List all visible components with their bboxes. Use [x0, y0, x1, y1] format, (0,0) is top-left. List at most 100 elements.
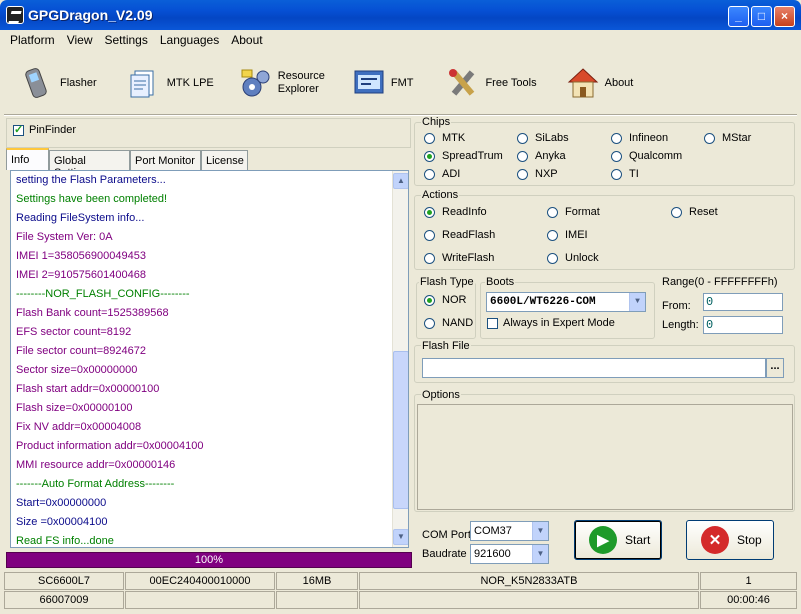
status-empty-2	[276, 591, 358, 609]
close-button[interactable]: ×	[774, 6, 795, 27]
tab-global-settings[interactable]: Global Settings	[49, 150, 130, 179]
log-line: Size =0x00004100	[16, 516, 108, 528]
action-radio-readflash[interactable]: ReadFlash	[424, 229, 495, 241]
chip-radio-label: Anyka	[535, 150, 566, 162]
chip-radio-nxp[interactable]: NXP	[517, 168, 558, 180]
radio-dot-icon	[424, 168, 435, 180]
radio-nand-label: NAND	[442, 317, 474, 329]
menu-view[interactable]: View	[61, 30, 99, 50]
flash-file-input[interactable]	[422, 358, 766, 378]
log-line: Reading FileSystem info...	[16, 212, 145, 224]
tab-port-monitor[interactable]: Port Monitor	[130, 150, 201, 170]
mtk-lpe-button[interactable]: MTK LPE	[129, 58, 214, 108]
action-radio-unlock[interactable]: Unlock	[547, 252, 599, 264]
progress-bar: 100%	[6, 552, 412, 568]
chip-radio-label: TI	[629, 168, 639, 180]
radio-dot-icon	[611, 132, 622, 144]
fmt-button[interactable]: FMT	[353, 58, 413, 108]
pinfinder-label: PinFinder	[29, 124, 77, 136]
chip-radio-anyka[interactable]: Anyka	[517, 150, 566, 162]
log-lines: setting the Flash Parameters... Settings …	[11, 171, 408, 547]
chip-radio-adi[interactable]: ADI	[424, 168, 460, 180]
log-line: EFS sector count=8192	[16, 326, 132, 338]
house-icon	[567, 67, 599, 99]
maximize-button[interactable]: □	[751, 6, 772, 27]
resource-explorer-button[interactable]: Resource Explorer	[240, 58, 325, 108]
baudrate-value: 921600	[474, 548, 511, 560]
chevron-down-icon[interactable]: ▼	[532, 545, 548, 563]
status-id: 00EC240400010000	[125, 572, 275, 590]
action-radio-reset[interactable]: Reset	[671, 206, 718, 218]
start-button[interactable]: ▶ Start	[574, 520, 662, 560]
chip-radio-ti[interactable]: TI	[611, 168, 639, 180]
com-port-select[interactable]: COM37 ▼	[470, 521, 549, 541]
chevron-down-icon[interactable]: ▼	[629, 293, 645, 311]
log-line: Sector size=0x00000000	[16, 364, 138, 376]
browse-button[interactable]: ...	[766, 358, 784, 378]
action-radio-readinfo[interactable]: ReadInfo	[424, 206, 487, 218]
tools-icon	[447, 67, 479, 99]
tab-info[interactable]: Info	[6, 148, 49, 170]
com-port-label: COM Port	[422, 529, 471, 541]
chip-radio-label: ADI	[442, 168, 461, 180]
action-radio-label: ReadInfo	[442, 206, 487, 218]
chip-radio-qualcomm[interactable]: Qualcomm	[611, 150, 682, 162]
log-line: IMEI 1=358056900049453	[16, 250, 146, 262]
action-radio-writeflash[interactable]: WriteFlash	[424, 252, 494, 264]
pinfinder-check-icon[interactable]	[13, 123, 24, 136]
log-line: IMEI 2=910575601400468	[16, 269, 146, 281]
expert-mode-checkbox[interactable]: Always in Expert Mode	[487, 317, 615, 329]
radio-nor[interactable]: NOR	[424, 294, 466, 306]
window-title: GPGDragon_V2.09	[28, 7, 153, 23]
log-scrollbar[interactable]: ▲ ▼	[392, 171, 408, 547]
chip-radio-silabs[interactable]: SiLabs	[517, 132, 569, 144]
chip-radio-infineon[interactable]: Infineon	[611, 132, 668, 144]
chevron-down-icon[interactable]: ▼	[532, 522, 548, 540]
action-radio-format[interactable]: Format	[547, 206, 600, 218]
expert-check-icon[interactable]	[487, 317, 498, 329]
minimize-button[interactable]: _	[728, 6, 749, 27]
menu-languages[interactable]: Languages	[154, 30, 225, 50]
menu-settings[interactable]: Settings	[98, 30, 153, 50]
log-line: Start=0x00000000	[16, 497, 107, 509]
action-radio-imei[interactable]: IMEI	[547, 229, 588, 241]
title-bar: GPGDragon_V2.09 _ □ ×	[0, 0, 801, 30]
chips-title: Chips	[421, 116, 452, 128]
radio-dot-icon	[517, 168, 528, 180]
radio-dot-icon	[547, 229, 558, 241]
scroll-up-icon[interactable]: ▲	[393, 173, 408, 189]
flasher-button[interactable]: Flasher	[22, 58, 97, 108]
chip-radio-label: Infineon	[629, 132, 669, 144]
radio-dot-icon	[424, 229, 435, 241]
chip-radio-mstar[interactable]: MStar	[704, 132, 751, 144]
boots-title: Boots	[485, 276, 516, 288]
status-bar: SC6600L7 00EC240400010000 16MB NOR_K5N28…	[4, 572, 797, 610]
length-input[interactable]: 0	[703, 316, 783, 334]
chip-radio-label: SpreadTrum	[442, 150, 503, 162]
chip-radio-label: MTK	[442, 132, 466, 144]
resource-explorer-icon	[240, 67, 272, 99]
stop-button[interactable]: ✕ Stop	[686, 520, 774, 560]
scroll-thumb[interactable]	[393, 351, 408, 509]
boots-select[interactable]: 6600L/WT6226-COM ▼	[486, 292, 646, 312]
radio-nand[interactable]: NAND	[424, 317, 473, 329]
play-icon: ▶	[589, 526, 617, 554]
scroll-down-icon[interactable]: ▼	[393, 529, 408, 545]
radio-dot-icon	[424, 150, 435, 162]
options-title: Options	[421, 389, 461, 401]
tab-license[interactable]: License	[201, 150, 248, 170]
menu-about[interactable]: About	[225, 30, 268, 50]
log-line: Settings have been completed!	[16, 193, 168, 205]
pinfinder-checkbox[interactable]: PinFinder	[13, 123, 77, 136]
free-tools-button[interactable]: Free Tools	[447, 58, 537, 108]
log-line: Read FS info...done	[16, 535, 114, 547]
actions-title: Actions	[421, 189, 460, 201]
from-input[interactable]: 0	[703, 293, 783, 311]
menu-platform[interactable]: Platform	[4, 30, 61, 50]
chip-radio-mtk[interactable]: MTK	[424, 132, 465, 144]
baudrate-select[interactable]: 921600 ▼	[470, 544, 549, 564]
info-log[interactable]: setting the Flash Parameters... Settings …	[10, 170, 409, 548]
about-button[interactable]: About	[567, 58, 633, 108]
chip-radio-spreadtrum[interactable]: SpreadTrum	[424, 150, 503, 162]
action-radio-label: IMEI	[565, 229, 588, 241]
